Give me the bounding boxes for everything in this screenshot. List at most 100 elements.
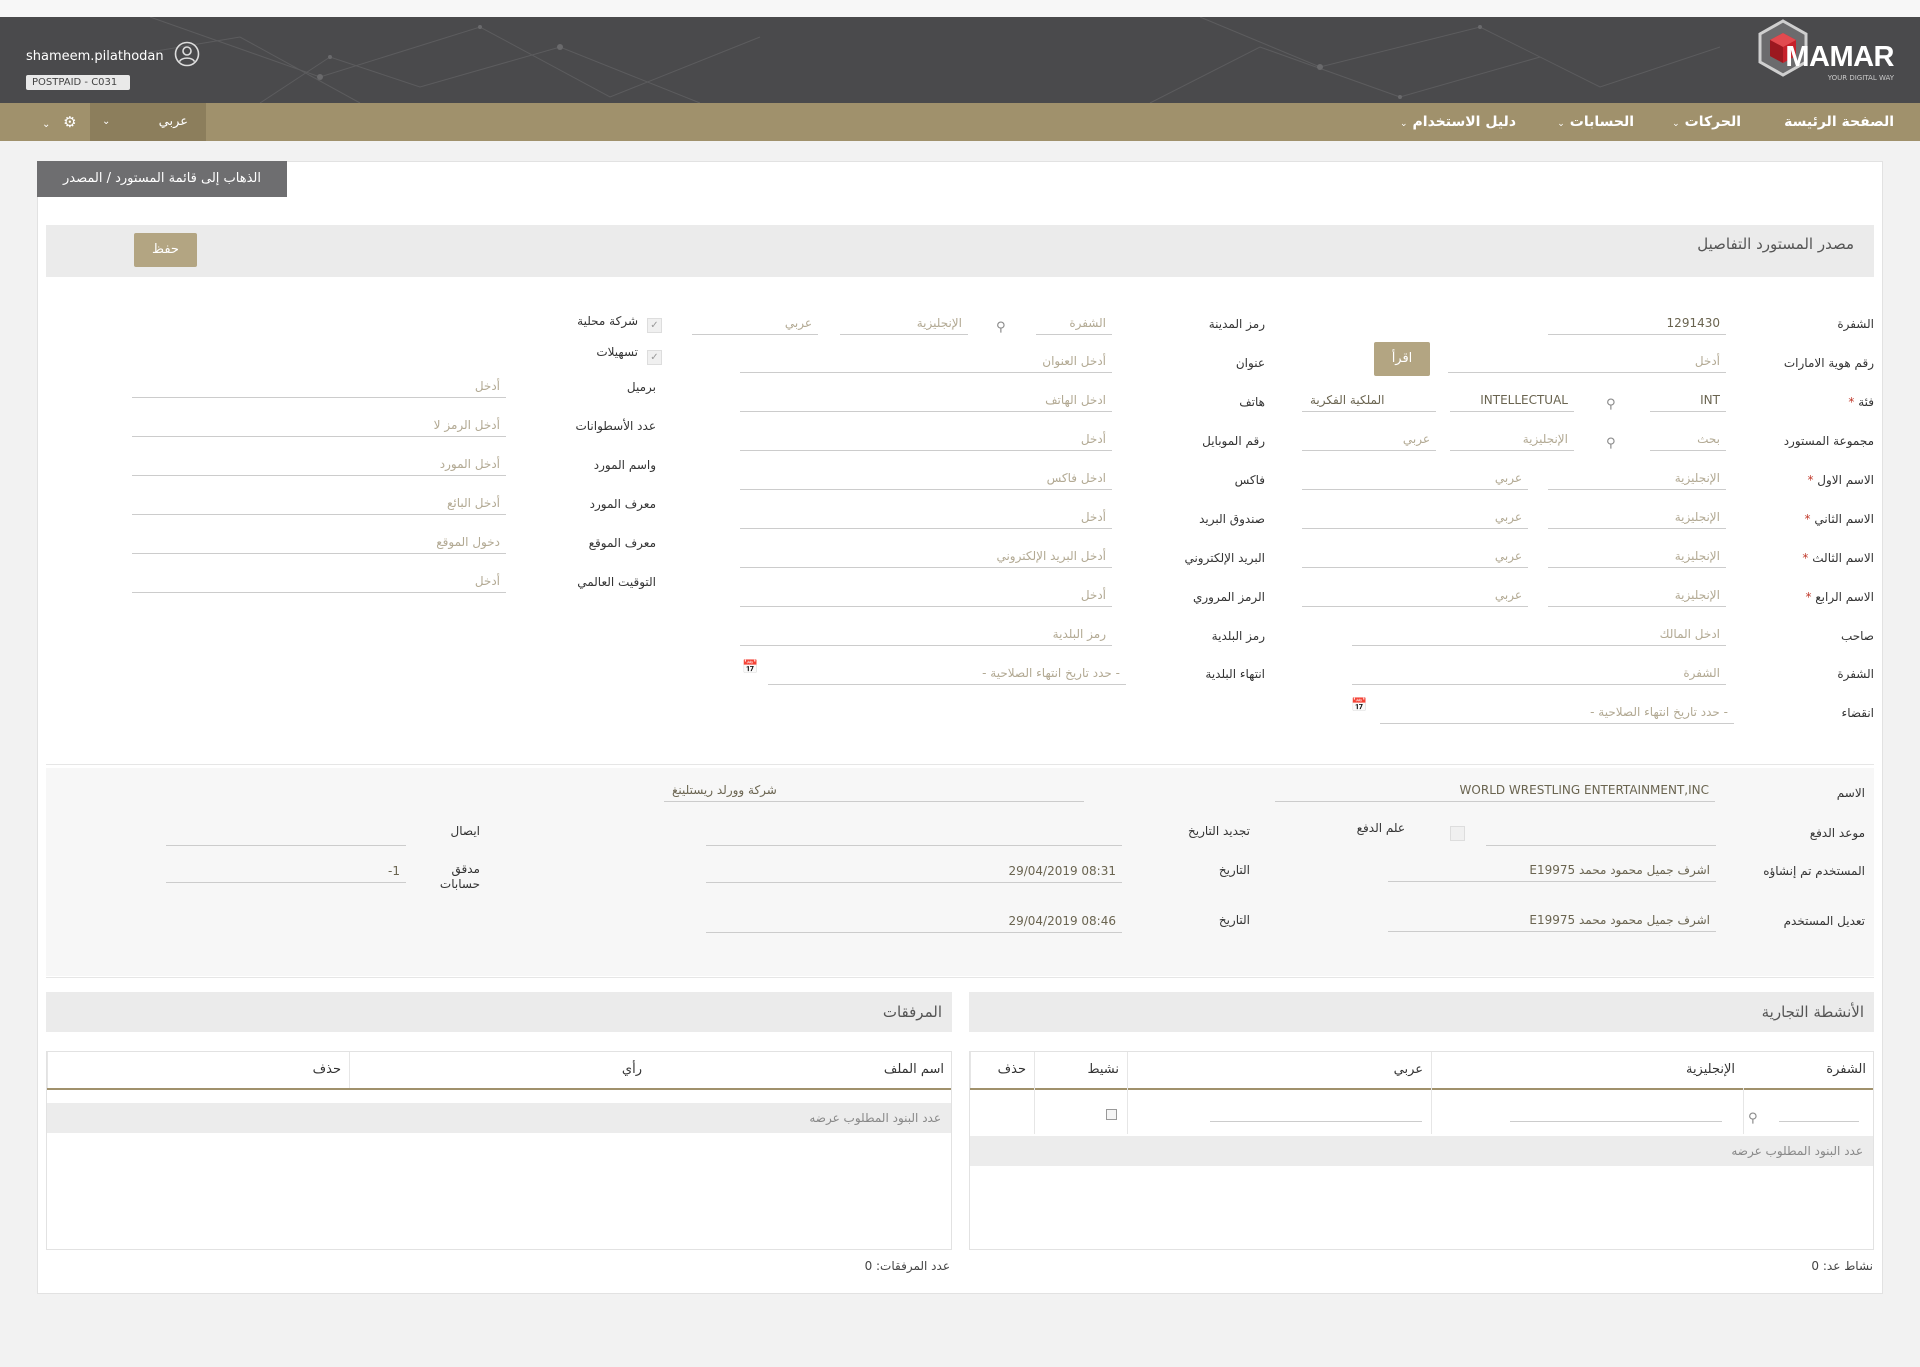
expiry-date-input[interactable]: - حدد تاريخ انتهاء الصلاحية - xyxy=(1380,702,1734,724)
owner-input[interactable]: ادخل المالك xyxy=(1352,624,1726,646)
importer-group-ar-input[interactable]: عربي xyxy=(1302,429,1436,451)
activities-filter-code[interactable] xyxy=(1779,1104,1859,1122)
activities-filter-english[interactable] xyxy=(1510,1104,1722,1122)
modified-by-value: E19975 اشرف جميل محمود محمد xyxy=(1388,910,1716,932)
emirates-id-input[interactable]: أدخل xyxy=(1448,351,1726,373)
settings-menu[interactable]: ⌄ ⚙ xyxy=(42,103,77,141)
activities-col-english: الإنجليزية xyxy=(1431,1052,1743,1088)
first-name-en-input[interactable]: الإنجليزية xyxy=(1548,468,1726,490)
category-en-input[interactable]: INTELLECTUAL xyxy=(1450,390,1574,412)
search-icon[interactable]: ⚲ xyxy=(1748,1112,1758,1126)
attachments-col-view: رأي xyxy=(349,1052,650,1088)
facilities-label: تسهيلات xyxy=(596,345,638,359)
category-ar-input[interactable]: الملكية الفكرية xyxy=(1302,390,1436,412)
activities-col-code: الشفرة xyxy=(1826,1062,1866,1077)
created-by-value: E19975 اشرف جميل محمود محمد xyxy=(1388,860,1716,882)
name-label: الاسم xyxy=(1836,786,1865,800)
modified-date-value: 29/04/2019 08:46 xyxy=(706,911,1122,933)
activities-header-line xyxy=(970,1088,1873,1090)
fax-input[interactable]: ادخل فاكس xyxy=(740,468,1112,490)
municipality-code-label: رمز البلدية xyxy=(1211,629,1265,643)
column-separator xyxy=(1034,1088,1035,1134)
language-select[interactable]: ⌄ عربي xyxy=(90,103,206,141)
second-name-en-input[interactable]: الإنجليزية xyxy=(1548,507,1726,529)
mamar-logo[interactable]: MAMAR YOUR DIGITAL WAY xyxy=(1754,17,1894,103)
fax-label: فاكس xyxy=(1234,473,1265,487)
municipality-expiry-input[interactable]: - حدد تاريخ انتهاء الصلاحية - xyxy=(768,663,1126,685)
barrel-input[interactable]: أدخل xyxy=(132,376,506,398)
importer-group-search-input[interactable]: بحث xyxy=(1650,429,1726,451)
facilities-checkbox[interactable]: ✓ xyxy=(647,350,662,365)
passcode-input[interactable]: أدخل xyxy=(740,585,1112,607)
chevron-down-icon: ⌄ xyxy=(102,116,111,127)
browser-top-strip xyxy=(0,0,1920,17)
logo-tagline: YOUR DIGITAL WAY xyxy=(1827,74,1894,82)
email-input[interactable]: أدخل البريد الإلكتروني xyxy=(740,546,1112,568)
back-to-list-button[interactable]: الذهاب إلى قائمة المستورد / المصدر xyxy=(37,161,287,197)
save-button[interactable]: حفظ xyxy=(134,233,197,267)
payment-flag-checkbox[interactable] xyxy=(1450,826,1465,841)
attachments-header-line xyxy=(47,1088,951,1090)
search-icon[interactable]: ⚲ xyxy=(1606,398,1616,412)
fourth-name-en-input[interactable]: الإنجليزية xyxy=(1548,585,1726,607)
cylinders-label: عدد الأسطوانات xyxy=(575,419,656,433)
city-ar-input[interactable]: عربي xyxy=(692,313,818,335)
supplier-name-input[interactable]: أدخل المورد xyxy=(132,454,506,476)
importer-group-en-input[interactable]: الإنجليزية xyxy=(1450,429,1574,451)
second-name-ar-input[interactable]: عربي xyxy=(1302,507,1528,529)
nav-user-guide-label: دليل الاستخدام xyxy=(1412,114,1516,130)
nav-user-guide[interactable]: ⌄ دليل الاستخدام xyxy=(1400,103,1516,141)
nav-movements[interactable]: ⌄ الحركات xyxy=(1672,103,1741,141)
payment-date-label: موعد الدفع xyxy=(1809,826,1865,840)
importer-group-label: مجموعة المستورد xyxy=(1783,434,1874,448)
renewal-date-label: تجديد التاريخ xyxy=(1188,824,1250,838)
third-name-en-input[interactable]: الإنجليزية xyxy=(1548,546,1726,568)
local-company-checkbox[interactable]: ✓ xyxy=(647,318,662,333)
city-code-input[interactable]: الشفرة xyxy=(1036,313,1112,335)
mobile-label: رقم الموبايل xyxy=(1202,434,1265,448)
username[interactable]: shameem.pilathodan xyxy=(26,49,164,64)
attachments-col-delete: حذف xyxy=(47,1052,349,1088)
first-name-ar-input[interactable]: عربي xyxy=(1302,468,1528,490)
payment-date-input[interactable] xyxy=(1486,824,1716,846)
user-info[interactable]: shameem.pilathodan POSTPAID - C031 xyxy=(26,41,200,90)
receipt-input[interactable] xyxy=(166,824,406,846)
city-en-input[interactable]: الإنجليزية xyxy=(840,313,968,335)
phone-input[interactable]: ادخل الهاتف xyxy=(740,390,1112,412)
second-name-label: الاسم الثاني * xyxy=(1804,512,1874,526)
code-input[interactable]: 1291430 xyxy=(1548,313,1726,335)
supplier-id-input[interactable]: أدخل البائع xyxy=(132,493,506,515)
nav-movements-label: الحركات xyxy=(1684,114,1741,130)
municipality-code-input[interactable]: رمز البلدية xyxy=(740,624,1112,646)
nav-home[interactable]: الصفحة الرئيسة xyxy=(1784,103,1894,141)
first-name-label: الاسم الاول * xyxy=(1807,473,1874,487)
fourth-name-ar-input[interactable]: عربي xyxy=(1302,585,1528,607)
third-name-ar-input[interactable]: عربي xyxy=(1302,546,1528,568)
renewal-date-input[interactable] xyxy=(706,824,1122,846)
mobile-input[interactable]: أدخل xyxy=(740,429,1112,451)
fourth-name-label-text: الاسم الرابع xyxy=(1815,590,1874,604)
activities-filter-active-checkbox[interactable] xyxy=(1106,1109,1117,1120)
chevron-down-icon: ⌄ xyxy=(42,119,51,130)
category-code-input[interactable]: INT xyxy=(1650,390,1726,412)
modified-date-label: التاريخ xyxy=(1218,913,1250,927)
nav-accounts[interactable]: ⌄ الحسابات xyxy=(1557,103,1634,141)
local-company-label: شركة محلية xyxy=(577,314,638,328)
calendar-icon[interactable]: 📅 xyxy=(1351,699,1367,713)
po-box-input[interactable]: أدخل xyxy=(740,507,1112,529)
cylinders-input[interactable]: أدخل الرمز لا xyxy=(132,415,506,437)
third-name-label: الاسم الثالث * xyxy=(1802,551,1874,565)
column-separator xyxy=(1743,1088,1744,1134)
activities-filter-arabic[interactable] xyxy=(1210,1104,1422,1122)
address-input[interactable]: أدخل العنوان xyxy=(740,351,1112,373)
site-id-input[interactable]: دخول الموقع xyxy=(132,532,506,554)
activities-col-active: نشيط xyxy=(1034,1052,1127,1088)
calendar-icon[interactable]: 📅 xyxy=(742,661,758,675)
search-icon[interactable]: ⚲ xyxy=(996,321,1006,335)
user-circle-icon[interactable] xyxy=(174,41,200,71)
code2-input[interactable]: الشفرة xyxy=(1352,663,1726,685)
nav-accounts-label: الحسابات xyxy=(1569,114,1634,130)
utc-input[interactable]: أدخل xyxy=(132,571,506,593)
read-button[interactable]: اقرأ xyxy=(1374,342,1430,376)
search-icon[interactable]: ⚲ xyxy=(1606,437,1616,451)
